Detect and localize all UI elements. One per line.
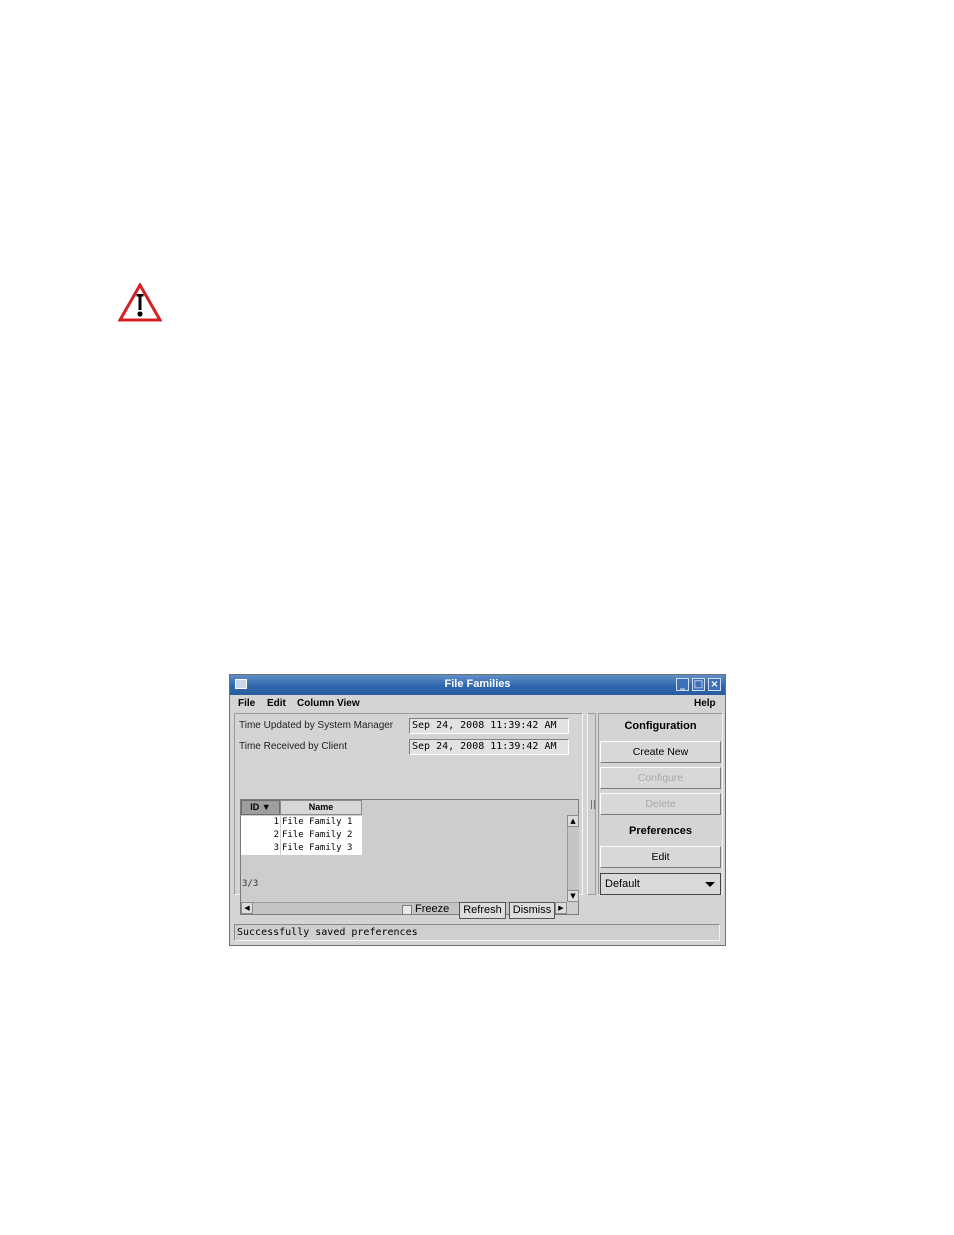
dismiss-button[interactable]: Dismiss <box>509 902 555 919</box>
menu-bar: File Edit Column View Help <box>230 695 725 712</box>
row-count: 3/3 <box>242 879 259 889</box>
preferences-heading: Preferences <box>629 825 692 837</box>
configure-button[interactable]: Configure <box>600 767 721 789</box>
cell-name: File Family 1 <box>280 816 362 829</box>
scroll-up-icon[interactable]: ▲ <box>567 815 579 827</box>
cell-id: 1 <box>273 817 279 827</box>
maximize-icon[interactable]: □ <box>692 678 705 691</box>
time-updated-field: Sep 24, 2008 11:39:42 AM <box>409 718 569 734</box>
time-received-label: Time Received by Client <box>239 741 348 752</box>
refresh-button[interactable]: Refresh <box>459 902 506 919</box>
edit-preferences-button[interactable]: Edit <box>600 846 721 868</box>
cell-id: 3 <box>273 843 279 853</box>
vertical-scrollbar[interactable]: ▲ ▼ <box>567 815 579 902</box>
freeze-checkbox[interactable] <box>402 905 412 915</box>
split-pane-divider[interactable]: || <box>587 713 596 895</box>
time-received-field: Sep 24, 2008 11:39:42 AM <box>409 739 569 755</box>
minimize-icon[interactable]: _ <box>676 678 689 691</box>
menu-help[interactable]: Help <box>694 698 716 709</box>
column-header-name[interactable]: Name <box>280 800 362 815</box>
title-bar: File Families _ □ × <box>230 675 725 695</box>
configuration-heading: Configuration <box>624 720 697 732</box>
create-new-button[interactable]: Create New <box>600 741 721 763</box>
status-bar: Successfully saved preferences <box>234 924 720 941</box>
divider-grip-icon: || <box>590 800 597 810</box>
file-families-table: ID ▼ Name 1 File Family 1 2 File Family … <box>240 799 579 915</box>
column-header-id[interactable]: ID ▼ <box>241 800 280 815</box>
time-updated-label: Time Updated by System Manager <box>239 720 394 731</box>
delete-button[interactable]: Delete <box>600 793 721 815</box>
freeze-label: Freeze <box>415 903 450 915</box>
file-families-window: File Families _ □ × File Edit Column Vie… <box>229 674 726 946</box>
menu-edit[interactable]: Edit <box>267 698 286 709</box>
close-icon[interactable]: × <box>708 678 721 691</box>
cell-id: 2 <box>273 830 279 840</box>
actions-panel: Configuration Create New Configure Delet… <box>598 713 723 895</box>
main-panel: Time Updated by System Manager Sep 24, 2… <box>234 713 583 915</box>
warning-icon <box>118 283 162 322</box>
menu-file[interactable]: File <box>238 698 255 709</box>
cell-name: File Family 2 <box>280 829 362 842</box>
cell-name: File Family 3 <box>280 842 362 855</box>
bottom-toolbar: Freeze Refresh Dismiss <box>230 899 725 921</box>
preferences-select[interactable]: Default <box>600 873 721 895</box>
table-row[interactable]: 2 File Family 2 <box>241 829 362 842</box>
table-row[interactable]: 1 File Family 1 <box>241 816 362 829</box>
window-title: File Families <box>444 678 511 690</box>
preferences-select-value: Default <box>605 878 640 890</box>
dropdown-arrow-icon <box>705 882 715 887</box>
menu-column-view[interactable]: Column View <box>297 698 360 709</box>
column-header-id-label: ID ▼ <box>250 802 271 812</box>
table-row[interactable]: 3 File Family 3 <box>241 842 362 855</box>
